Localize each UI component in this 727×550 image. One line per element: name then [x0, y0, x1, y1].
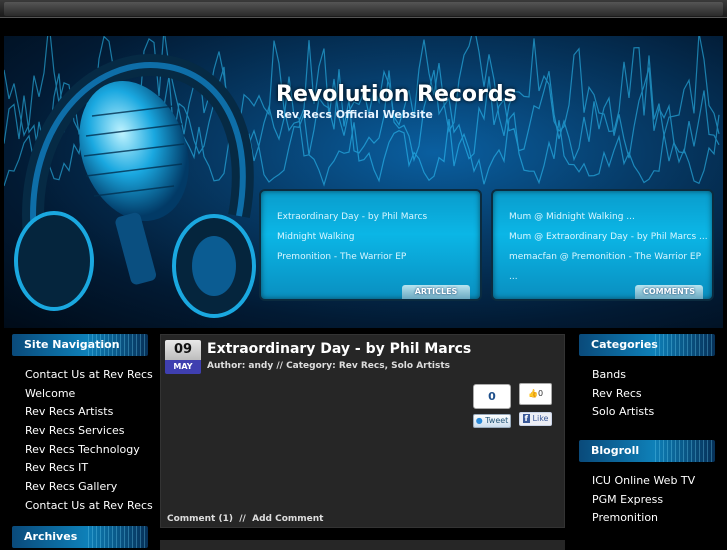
post-footer: Comment (1) // Add Comment [167, 514, 323, 524]
header-banner: Revolution Records Rev Recs Official Web… [4, 36, 723, 328]
site-nav-link[interactable]: Contact Us at Rev Recs [25, 366, 153, 385]
category-link[interactable]: Solo Artists [592, 403, 715, 422]
like-button[interactable]: f Like [519, 412, 552, 426]
recent-articles-panel: Extraordinary Day - by Phil Marcs Midnigh… [259, 189, 482, 301]
top-bar-inner [4, 2, 723, 16]
left-sidebar: Site Navigation Contact Us at Rev Recs We… [12, 334, 153, 548]
post-title[interactable]: Extraordinary Day - by Phil Marcs [207, 341, 471, 357]
tweet-button[interactable]: ● Tweet [473, 414, 511, 428]
site-nav-link[interactable]: Rev Recs Technology [25, 441, 148, 460]
thumbs-up-icon: 👍 [527, 389, 538, 398]
facebook-icon: f [522, 414, 530, 423]
categories-list: Bands Rev Recs Solo Artists [579, 356, 715, 428]
tweet-count: 0 [473, 384, 511, 409]
site-nav-link[interactable]: Rev Recs Artists [25, 403, 148, 422]
site-navigation-list: Contact Us at Rev Recs Welcome Rev Recs Ar… [12, 356, 153, 522]
site-nav-link[interactable]: Contact Us at Rev Recs [25, 497, 153, 516]
footer-separator: // [239, 514, 246, 524]
site-navigation-heading: Site Navigation [12, 334, 148, 356]
post-date-day: 09 [165, 340, 201, 360]
categories-heading: Categories [579, 334, 715, 356]
like-count: 👍0 [519, 383, 552, 405]
site-nav-link[interactable]: Welcome [25, 385, 148, 404]
comments-link[interactable]: Comment (1) [167, 514, 233, 524]
recent-comments-panel: Mum @ Midnight Walking ... Mum @ Extraord… [491, 189, 714, 301]
like-count-value: 0 [537, 389, 544, 398]
blogroll-list: ICU Online Web TV PGM Express Premonition [579, 462, 715, 534]
tweet-button-label: Tweet [485, 416, 509, 425]
next-post-edge [160, 540, 565, 550]
post-date-badge: 09 MAY [165, 340, 201, 374]
category-link[interactable]: Rev Recs [592, 385, 715, 404]
blogroll-heading: Blogroll [579, 440, 715, 463]
twitter-bird-icon: ● [475, 416, 483, 425]
recent-article-link[interactable]: Premonition - The Warrior EP [277, 247, 480, 267]
archives-heading: Archives [12, 525, 148, 548]
site-subtitle: Rev Recs Official Website [276, 108, 433, 121]
blogroll-link[interactable]: ICU Online Web TV [592, 472, 715, 491]
site-title[interactable]: Revolution Records [276, 82, 517, 107]
post: 09 MAY Extraordinary Day - by Phil Marcs… [160, 334, 565, 528]
recent-comment-link[interactable]: Mum @ Extraordinary Day - by Phil Marcs … [509, 227, 712, 247]
comments-tab[interactable]: COMMENTS [635, 285, 703, 299]
recent-article-link[interactable]: Extraordinary Day - by Phil Marcs [277, 207, 480, 227]
post-date-month: MAY [165, 360, 201, 374]
add-comment-link[interactable]: Add Comment [252, 514, 323, 524]
site-nav-link[interactable]: Rev Recs Gallery [25, 478, 148, 497]
right-sidebar: Categories Bands Rev Recs Solo Artists Blo… [579, 334, 715, 534]
recent-article-link[interactable]: Midnight Walking [277, 227, 480, 247]
recent-comment-link[interactable]: memacfan @ Premonition - The Warrior EP … [509, 247, 712, 282]
top-bar [0, 0, 727, 18]
site-nav-link[interactable]: Rev Recs IT [25, 459, 148, 478]
post-meta: Author: andy // Category: Rev Recs, Solo… [207, 361, 450, 371]
category-link[interactable]: Bands [592, 366, 715, 385]
recent-comment-link[interactable]: Mum @ Midnight Walking ... [509, 207, 712, 227]
blogroll-link[interactable]: Premonition [592, 509, 715, 528]
blogroll-link[interactable]: PGM Express [592, 491, 715, 510]
articles-tab[interactable]: ARTICLES [402, 285, 470, 299]
site-nav-link[interactable]: Rev Recs Services [25, 422, 148, 441]
like-button-label: Like [532, 414, 549, 423]
headphones-microphone-image [14, 54, 256, 318]
